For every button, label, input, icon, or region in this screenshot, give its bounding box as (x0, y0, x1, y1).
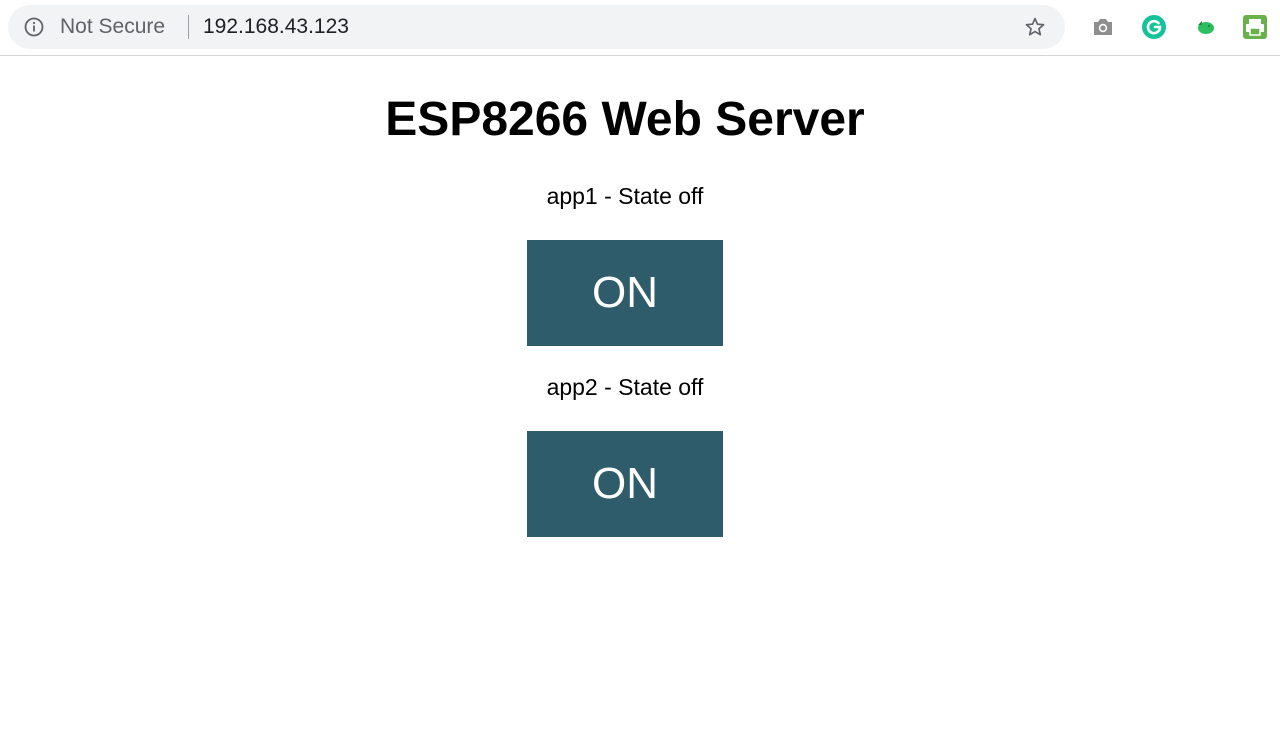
address-bar-divider (188, 15, 189, 39)
camera-icon[interactable] (1090, 14, 1116, 40)
address-bar[interactable]: Not Secure 192.168.43.123 (8, 5, 1065, 49)
page-title: ESP8266 Web Server (385, 93, 865, 146)
url-text[interactable]: 192.168.43.123 (203, 16, 349, 37)
app1-state-label: app1 - State off (546, 183, 704, 209)
grammarly-icon[interactable] (1141, 14, 1167, 40)
app2-state-label: app2 - State off (546, 374, 704, 400)
star-icon[interactable] (1024, 16, 1046, 38)
app1-on-button[interactable]: ON (527, 240, 723, 346)
info-circle-icon[interactable] (24, 17, 44, 37)
security-status-label[interactable]: Not Secure (60, 16, 165, 37)
print-friendly-icon[interactable] (1242, 14, 1268, 40)
page-content: ESP8266 Web Server app1 - State off ON a… (0, 57, 1280, 751)
browser-toolbar: Not Secure 192.168.43.123 (0, 0, 1280, 56)
evernote-icon[interactable] (1192, 14, 1218, 40)
app2-on-button[interactable]: ON (527, 431, 723, 537)
